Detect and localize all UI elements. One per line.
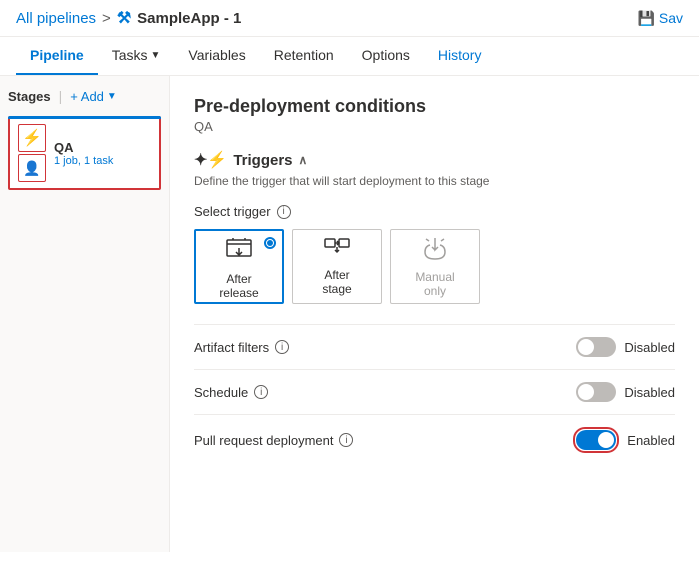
artifact-filters-label: Artifact filters i xyxy=(194,340,289,355)
tab-retention[interactable]: Retention xyxy=(260,37,348,75)
add-stage-button[interactable]: + Add ▼ xyxy=(70,89,117,104)
panel-subtitle: QA xyxy=(194,119,675,134)
panel-title: Pre-deployment conditions xyxy=(194,96,675,117)
breadcrumb-sep: > xyxy=(102,10,111,27)
artifact-filters-text: Artifact filters xyxy=(194,340,269,355)
pull-request-row: Pull request deployment i Enabled xyxy=(194,414,675,465)
chevron-down-icon: ▼ xyxy=(150,50,160,61)
pipeline-icon: ⚒ xyxy=(117,8,131,28)
trigger-after-release[interactable]: After release xyxy=(194,229,284,304)
pull-request-text: Pull request deployment xyxy=(194,433,333,448)
stage-icons: ⚡ 👤 xyxy=(18,124,46,182)
save-button[interactable]: 💾 Sav xyxy=(637,10,683,27)
stage-top-bar xyxy=(8,116,161,119)
artifact-filters-toggle[interactable] xyxy=(576,337,616,357)
after-release-icon xyxy=(225,234,253,266)
toggle-thumb xyxy=(578,384,594,400)
pull-request-toggle-border xyxy=(573,427,619,453)
select-trigger-label: Select trigger xyxy=(194,204,271,219)
stages-label: Stages xyxy=(8,89,51,104)
triggers-label: Triggers xyxy=(233,152,292,169)
pull-request-toggle[interactable] xyxy=(576,430,616,450)
tab-history[interactable]: History xyxy=(424,37,496,75)
trigger-icon-box: ⚡ xyxy=(18,124,46,152)
schedule-info-icon[interactable]: i xyxy=(254,385,268,399)
schedule-toggle[interactable] xyxy=(576,382,616,402)
pull-request-label: Pull request deployment i xyxy=(194,433,353,448)
select-trigger-info-icon[interactable]: i xyxy=(277,205,291,219)
app-title: ⚒ SampleApp - 1 xyxy=(117,8,242,28)
tab-options[interactable]: Options xyxy=(348,37,424,75)
manual-only-label: Manual only xyxy=(415,270,454,298)
trigger-label-row: Select trigger i xyxy=(194,204,675,219)
schedule-right: Disabled xyxy=(576,382,675,402)
schedule-text: Schedule xyxy=(194,385,248,400)
main-content: Stages | + Add ▼ ⚡ 👤 QA 1 job, 1 task Pr… xyxy=(0,76,699,552)
triggers-icon: ✦⚡ xyxy=(194,150,227,170)
save-icon: 💾 xyxy=(637,10,654,27)
content-panel: Pre-deployment conditions QA ✦⚡ Triggers… xyxy=(170,76,699,552)
app-name: SampleApp - 1 xyxy=(137,10,241,27)
stage-meta: 1 job, 1 task xyxy=(54,155,151,167)
chevron-up-icon: ∧ xyxy=(299,153,308,167)
tab-pipeline[interactable]: Pipeline xyxy=(16,37,98,75)
after-stage-label: After stage xyxy=(322,268,351,296)
breadcrumb: All pipelines > ⚒ SampleApp - 1 xyxy=(16,8,241,28)
all-pipelines-link[interactable]: All pipelines xyxy=(16,10,96,27)
tab-tasks[interactable]: Tasks ▼ xyxy=(98,37,175,75)
trigger-after-stage[interactable]: After stage xyxy=(292,229,382,304)
after-release-label: After release xyxy=(219,272,258,300)
pull-request-right: Enabled xyxy=(573,427,675,453)
manual-only-icon xyxy=(422,235,448,264)
tab-variables[interactable]: Variables xyxy=(174,37,259,75)
approver-icon-box: 👤 xyxy=(18,154,46,182)
trigger-options: After release After stage xyxy=(194,229,675,304)
schedule-status: Disabled xyxy=(624,385,675,400)
stages-header-row: Stages | + Add ▼ xyxy=(8,88,161,104)
sidebar: Stages | + Add ▼ ⚡ 👤 QA 1 job, 1 task xyxy=(0,76,170,552)
triggers-header: ✦⚡ Triggers ∧ xyxy=(194,150,675,170)
stage-info: QA 1 job, 1 task xyxy=(54,140,151,167)
stage-card-qa[interactable]: ⚡ 👤 QA 1 job, 1 task xyxy=(8,116,161,190)
save-label: Sav xyxy=(659,10,683,26)
triggers-desc: Define the trigger that will start deplo… xyxy=(194,174,675,188)
artifact-filters-right: Disabled xyxy=(576,337,675,357)
artifact-filters-status: Disabled xyxy=(624,340,675,355)
after-stage-icon xyxy=(323,237,351,262)
nav-tabs: Pipeline Tasks ▼ Variables Retention Opt… xyxy=(0,37,699,76)
trigger-manual-only[interactable]: Manual only xyxy=(390,229,480,304)
pull-request-status: Enabled xyxy=(627,433,675,448)
artifact-filters-info-icon[interactable]: i xyxy=(275,340,289,354)
toggle-thumb xyxy=(578,339,594,355)
schedule-row: Schedule i Disabled xyxy=(194,369,675,414)
schedule-label: Schedule i xyxy=(194,385,268,400)
pull-request-info-icon[interactable]: i xyxy=(339,433,353,447)
artifact-filters-row: Artifact filters i Disabled xyxy=(194,324,675,369)
chevron-down-icon: ▼ xyxy=(107,91,117,102)
stage-name: QA xyxy=(54,140,151,155)
top-bar: All pipelines > ⚒ SampleApp - 1 💾 Sav xyxy=(0,0,699,37)
toggle-thumb xyxy=(598,432,614,448)
radio-selected xyxy=(264,237,276,249)
